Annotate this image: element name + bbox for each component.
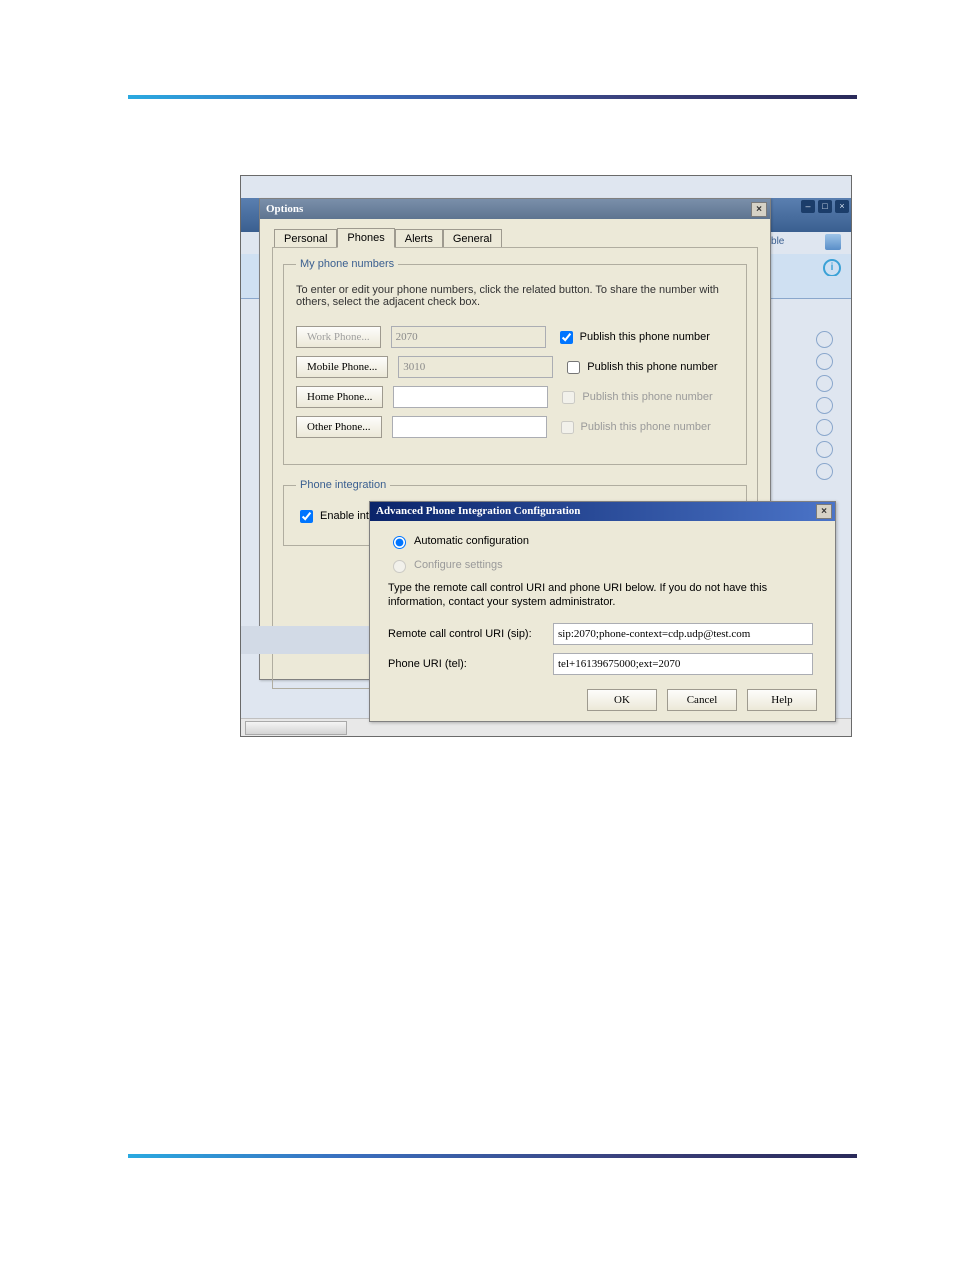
phone-icon (816, 353, 833, 370)
screenshot: – □ × ilable i Options (240, 175, 852, 737)
publish-work[interactable]: Publish this phone number (556, 328, 710, 347)
close-icon[interactable]: × (816, 504, 832, 519)
phone-uri-input[interactable] (553, 653, 813, 675)
scrollbar-thumb[interactable] (245, 721, 347, 735)
integration-legend: Phone integration (296, 479, 390, 491)
work-phone-button: Work Phone... (296, 326, 381, 348)
help-button[interactable]: Help (747, 689, 817, 711)
phone-row-work: Work Phone... Publish this phone number (296, 326, 734, 348)
advanced-dialog: Advanced Phone Integration Configuration… (369, 501, 836, 722)
info-icon[interactable]: i (823, 259, 841, 277)
phone-uri-row: Phone URI (tel): (388, 653, 817, 675)
tab-personal[interactable]: Personal (274, 229, 337, 248)
phone-row-mobile: Mobile Phone... Publish this phone numbe… (296, 356, 734, 378)
phone-icon (816, 375, 833, 392)
phone-row-home: Home Phone... Publish this phone number (296, 386, 734, 408)
options-title: Options (266, 203, 303, 215)
radio-automatic[interactable]: Automatic configuration (388, 533, 817, 549)
home-phone-button[interactable]: Home Phone... (296, 386, 383, 408)
publish-work-checkbox[interactable] (560, 331, 573, 344)
mobile-phone-input (398, 356, 553, 378)
group-legend: My phone numbers (296, 258, 398, 270)
advanced-titlebar[interactable]: Advanced Phone Integration Configuration… (370, 502, 835, 521)
options-titlebar[interactable]: Options × (260, 199, 770, 219)
remote-uri-input[interactable] (553, 623, 813, 645)
my-phone-numbers-group: My phone numbers To enter or edit your p… (283, 258, 747, 465)
publish-home: Publish this phone number (558, 388, 712, 407)
radio-configure: Configure settings (388, 557, 817, 573)
other-phone-input[interactable] (392, 416, 547, 438)
publish-other-checkbox (561, 421, 574, 434)
enable-integration-checkbox[interactable] (300, 510, 313, 523)
remote-uri-label: Remote call control URI (sip): (388, 628, 553, 640)
tab-general[interactable]: General (443, 229, 502, 248)
phone-icon (816, 419, 833, 436)
phone-icon (816, 331, 833, 348)
bg-minimize[interactable]: – (801, 200, 815, 213)
mobile-phone-button[interactable]: Mobile Phone... (296, 356, 388, 378)
header-rule (128, 95, 857, 99)
work-phone-input (391, 326, 546, 348)
tab-phones[interactable]: Phones (337, 228, 394, 248)
cancel-button[interactable]: Cancel (667, 689, 737, 711)
page-edge (241, 626, 371, 654)
home-phone-input[interactable] (393, 386, 548, 408)
phone-icon (816, 463, 833, 480)
publish-mobile[interactable]: Publish this phone number (563, 358, 717, 377)
tabstrip: Personal Phones Alerts General (274, 227, 770, 247)
other-phone-button[interactable]: Other Phone... (296, 416, 382, 438)
publish-mobile-checkbox[interactable] (567, 361, 580, 374)
group-desc: To enter or edit your phone numbers, cli… (296, 284, 734, 308)
advanced-note: Type the remote call control URI and pho… (388, 581, 817, 609)
advanced-title: Advanced Phone Integration Configuration (376, 505, 580, 517)
footer-rule (128, 1154, 857, 1158)
remote-uri-row: Remote call control URI (sip): (388, 623, 817, 645)
publish-other: Publish this phone number (557, 418, 711, 437)
close-icon[interactable]: × (751, 202, 767, 217)
bg-close[interactable]: × (835, 200, 849, 213)
tab-alerts[interactable]: Alerts (395, 229, 443, 248)
publish-home-checkbox (562, 391, 575, 404)
radio-automatic-input[interactable] (393, 536, 406, 549)
phone-row-other: Other Phone... Publish this phone number (296, 416, 734, 438)
view-icon[interactable] (825, 234, 841, 250)
radio-configure-input (393, 560, 406, 573)
bg-maximize[interactable]: □ (818, 200, 832, 213)
phone-icon (816, 397, 833, 414)
phone-icon-stack (816, 331, 833, 480)
phone-uri-label: Phone URI (tel): (388, 658, 553, 670)
ok-button[interactable]: OK (587, 689, 657, 711)
phone-icon (816, 441, 833, 458)
